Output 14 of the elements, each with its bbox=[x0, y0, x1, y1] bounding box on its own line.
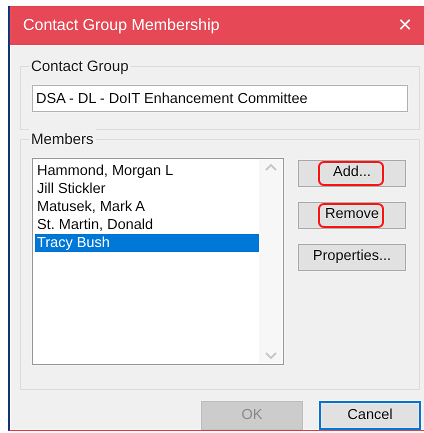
member-item[interactable]: Tracy Bush bbox=[35, 234, 259, 252]
member-item[interactable]: Jill Stickler bbox=[35, 180, 259, 198]
close-button[interactable]: ✕ bbox=[390, 10, 420, 40]
members-list[interactable]: Hammond, Morgan L Jill Stickler Matusek, Mark A St. Martin, Donald Tracy Bush bbox=[32, 158, 284, 365]
side-button[interactable]: Properties... bbox=[298, 244, 406, 271]
member-item[interactable]: St. Martin, Donald bbox=[35, 216, 259, 234]
scroll-down-icon[interactable] bbox=[265, 352, 277, 360]
contact-group-field[interactable]: DSA - DL - DoIT Enhancement Committee bbox=[32, 85, 408, 112]
member-item[interactable]: Matusek, Mark A bbox=[35, 198, 259, 216]
window-title: Contact Group Membership bbox=[23, 16, 220, 36]
scrollbar[interactable] bbox=[259, 158, 283, 364]
scroll-up-icon[interactable] bbox=[265, 162, 277, 171]
dialog-button[interactable]: Cancel bbox=[319, 401, 421, 430]
member-item[interactable]: Hammond, Morgan L bbox=[35, 162, 259, 180]
